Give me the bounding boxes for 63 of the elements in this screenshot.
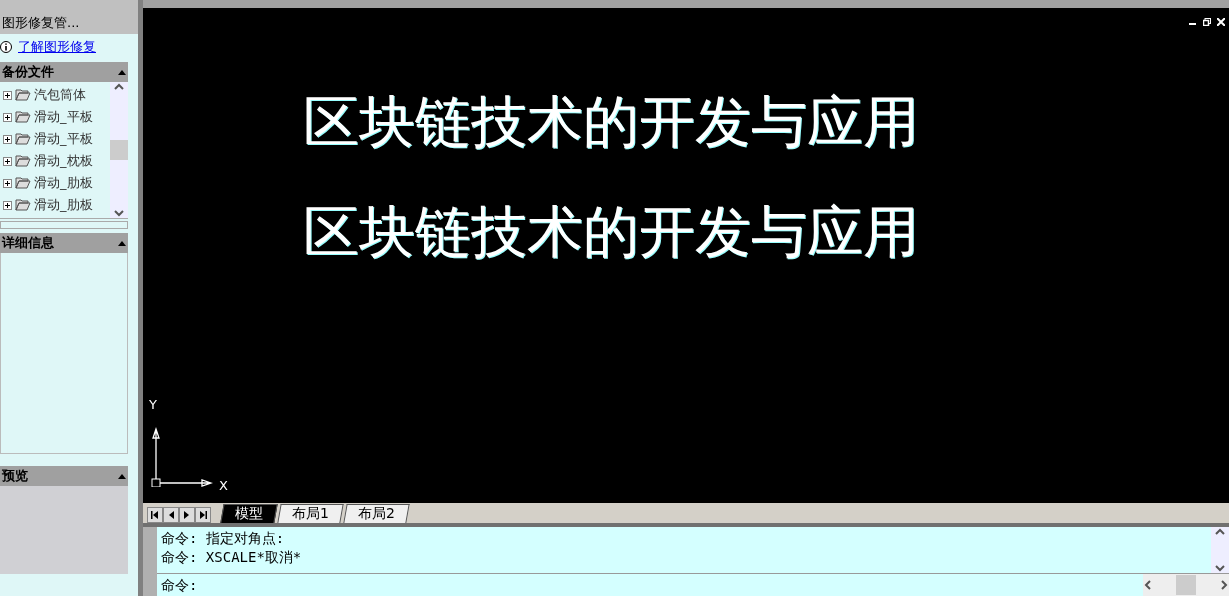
scroll-right-icon[interactable]: [1219, 580, 1229, 590]
expand-box-icon[interactable]: [3, 112, 12, 122]
info-icon: [0, 41, 12, 53]
tab-scroll-button[interactable]: [163, 507, 179, 523]
axis-label: X: [219, 478, 228, 493]
folder-icon: [15, 199, 31, 211]
close-icon[interactable]: [1217, 18, 1225, 26]
grip-handle[interactable]: [143, 527, 157, 596]
collapse-icon[interactable]: [118, 473, 126, 479]
tree-item[interactable]: 滑动_平板: [34, 130, 93, 148]
layout-tab[interactable]: 布局1: [277, 504, 344, 523]
expand-box-icon[interactable]: [3, 200, 12, 210]
tab-scroll-button[interactable]: [147, 507, 163, 523]
tree-item[interactable]: 滑动_枕板: [34, 152, 93, 170]
scroll-down-icon[interactable]: [1215, 563, 1225, 573]
section-title: 预览: [2, 467, 28, 485]
tree-item[interactable]: 滑动_平板: [34, 108, 93, 126]
scroll-left-icon[interactable]: [1143, 580, 1153, 590]
tree-item[interactable]: 汽包筒体: [34, 86, 86, 104]
panel-title: 图形修复管...: [0, 0, 138, 34]
section-header[interactable]: 预览: [0, 466, 128, 486]
scroll-down-icon[interactable]: [114, 208, 124, 218]
command-line: 命令: XSCALE*取消*: [161, 548, 303, 567]
drawing-text: 区块链技术的开发与应用: [303, 204, 919, 260]
scroll-up-icon[interactable]: [114, 82, 124, 92]
folder-icon: [15, 111, 31, 123]
drawing-canvas[interactable]: 区块链技术的开发与应用 区块链技术的开发与应用 Y X: [143, 8, 1229, 503]
help-link[interactable]: 了解图形修复: [18, 38, 96, 56]
expand-box-icon[interactable]: [3, 178, 12, 188]
left-arrow-icon: [167, 511, 175, 519]
tab-scroll-button[interactable]: [179, 507, 195, 523]
folder-icon: [15, 89, 31, 101]
left-arrow-icon: [151, 511, 159, 519]
command-line: 命令: 指定对角点:: [161, 529, 286, 548]
vertical-scrollbar[interactable]: [110, 82, 128, 218]
section-title: 备份文件: [2, 63, 54, 81]
collapse-icon[interactable]: [118, 240, 126, 246]
scrollbar-thumb[interactable]: [1176, 575, 1196, 595]
tree-item[interactable]: 滑动_肋板: [34, 174, 93, 192]
drawing-text: 区块链技术的开发与应用: [303, 94, 919, 150]
expand-box-icon[interactable]: [3, 156, 12, 166]
right-arrow-icon: [183, 511, 191, 519]
scroll-up-icon[interactable]: [1215, 527, 1225, 537]
folder-icon: [15, 133, 31, 145]
restore-icon[interactable]: [1203, 18, 1211, 26]
tree-item[interactable]: 滑动_肋板: [34, 196, 93, 214]
horizontal-scrollbar[interactable]: [1143, 574, 1229, 596]
section-title: 详细信息: [2, 234, 54, 252]
collapse-icon[interactable]: [118, 69, 126, 75]
right-arrow-icon: [199, 511, 207, 519]
expand-box-icon[interactable]: [3, 134, 12, 144]
command-prompt[interactable]: 命令:: [161, 575, 1139, 595]
section-header[interactable]: 详细信息: [0, 233, 128, 253]
vertical-scrollbar[interactable]: [1211, 527, 1229, 573]
expand-box-icon[interactable]: [3, 90, 12, 100]
section-header[interactable]: 备份文件: [0, 62, 128, 82]
scrollbar-thumb[interactable]: [110, 140, 128, 160]
layout-tab[interactable]: 布局2: [343, 504, 410, 523]
tab-scroll-button[interactable]: [195, 507, 211, 523]
folder-icon: [15, 177, 31, 189]
folder-icon: [15, 155, 31, 167]
axis-label: Y: [149, 397, 157, 412]
layout-tab[interactable]: 模型: [220, 504, 278, 523]
